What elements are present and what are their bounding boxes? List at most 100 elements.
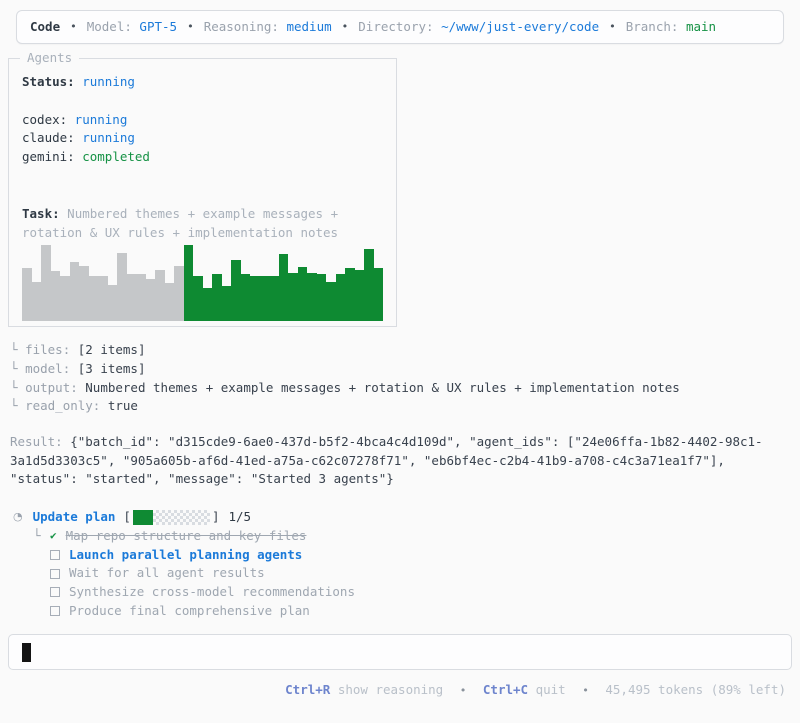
activity-bar — [288, 272, 298, 322]
activity-bar — [117, 252, 127, 322]
param-row: └ read_only: true — [10, 397, 800, 416]
param-row: └ files: [2 items] — [10, 341, 800, 360]
param-key: output: — [25, 379, 78, 395]
tree-branch-icon: └ — [10, 398, 18, 414]
tree-branch-icon: └ — [10, 360, 18, 376]
activity-bar — [136, 274, 146, 322]
shortcut-action: quit — [535, 682, 566, 698]
directory-label: Directory: — [358, 18, 434, 34]
activity-bar — [126, 274, 136, 322]
activity-bar — [269, 275, 279, 322]
plan-item-text: Wait for all agent results — [69, 565, 265, 581]
activity-bar — [145, 279, 155, 322]
activity-bar — [231, 260, 241, 322]
progress-bracket-open: [ — [123, 509, 131, 525]
progress-bracket-close: ] — [211, 509, 220, 525]
shortcut-key: Ctrl+R — [285, 682, 331, 698]
agents-status-line: Status: running — [22, 73, 383, 92]
activity-bar — [326, 281, 336, 322]
branch-value: main — [685, 18, 717, 34]
activity-bar — [31, 281, 41, 322]
agent-status: completed — [74, 149, 150, 165]
agent-name: codex: — [22, 111, 68, 127]
agents-status-label: Status: — [22, 74, 75, 89]
activity-bar — [79, 265, 89, 322]
plan-progress-ratio: 1/5 — [228, 509, 252, 525]
activity-bar — [60, 275, 70, 322]
footer-hints: Ctrl+R show reasoning • Ctrl+C quit • 45… — [0, 681, 786, 701]
plan-progress-bar — [132, 509, 210, 525]
activity-bar — [297, 266, 307, 322]
bullet-separator: • — [187, 19, 194, 33]
activity-bar — [193, 275, 203, 322]
param-row: └ output: Numbered themes + example mess… — [10, 379, 800, 398]
activity-bar — [373, 268, 383, 322]
tree-branch-icon: └ — [10, 342, 18, 358]
app-name: Code — [30, 18, 61, 34]
shortcut-action: show reasoning — [337, 682, 444, 698]
tool-params: └ files: [2 items] └ model: [3 items] └ … — [10, 341, 800, 416]
param-key: files: — [25, 342, 71, 358]
activity-bar — [183, 245, 193, 322]
agents-status-value: running — [82, 74, 135, 89]
agent-list: codex: running claude: running gemini: com… — [22, 111, 383, 167]
activity-bar — [50, 271, 60, 322]
composer-input[interactable] — [8, 634, 792, 671]
reasoning-value: medium — [286, 18, 332, 34]
plan-item: Launch parallel planning agents — [33, 546, 800, 565]
plan-item-text: Synthesize cross-model recommendations — [69, 583, 355, 599]
agents-panel: Agents Status: running codex: running cla… — [8, 49, 397, 328]
agent-status: running — [67, 111, 128, 127]
activity-bar — [345, 268, 355, 322]
activity-bar — [335, 274, 345, 322]
result-json: {"batch_id": "d315cde9-6ae0-437d-b5f2-4b… — [10, 434, 763, 487]
model-label: Model: — [86, 18, 132, 34]
plan-item: └ ✔ Map repo structure and key files — [33, 527, 800, 546]
checkbox-icon — [50, 605, 60, 616]
activity-bar — [174, 265, 184, 322]
bullet-separator: • — [459, 684, 467, 698]
activity-bar — [316, 274, 326, 322]
activity-bar — [307, 272, 317, 322]
param-key: read_only: — [25, 398, 101, 414]
activity-bar — [69, 261, 79, 322]
branch-label: Branch: — [625, 18, 679, 34]
activity-bar — [278, 254, 288, 322]
activity-bar — [41, 245, 51, 322]
agent-row: codex: running — [22, 111, 383, 130]
agent-name: gemini: — [22, 149, 75, 165]
activity-bar — [88, 275, 98, 322]
activity-bar — [164, 283, 174, 322]
checkbox-icon — [50, 549, 60, 560]
plan-item-list: └ ✔ Map repo structure and key files Launch… — [33, 527, 800, 620]
activity-bar — [221, 286, 231, 322]
agents-task: Task: Numbered themes + example messages… — [22, 205, 383, 242]
check-icon: ✔ — [50, 528, 57, 542]
directory-value: ~/www/just-every/code — [441, 18, 600, 34]
plan-item-text: Map repo structure and key files — [65, 527, 307, 543]
token-usage: 45,495 tokens (89% left) — [605, 682, 786, 698]
activity-bar — [212, 274, 222, 322]
clock-icon: ◔ — [13, 510, 23, 524]
agent-activity-chart — [22, 245, 383, 322]
param-value: true — [107, 398, 138, 414]
param-row: └ model: [3 items] — [10, 360, 800, 379]
text-cursor — [22, 642, 31, 662]
param-value: Numbered themes + example messages + rot… — [85, 379, 680, 395]
activity-bar — [240, 274, 250, 322]
agent-status: running — [74, 130, 135, 146]
bullet-separator: • — [341, 19, 349, 33]
activity-bar — [155, 269, 165, 322]
param-value: [3 items] — [77, 360, 146, 376]
shortcut-key: Ctrl+C — [482, 682, 529, 698]
activity-bar — [250, 275, 260, 322]
tree-branch-icon: └ — [33, 527, 41, 543]
checkbox-icon — [50, 587, 60, 598]
status-bar: Code • Model: GPT-5 • Reasoning: medium … — [16, 10, 784, 44]
bullet-separator: • — [70, 19, 77, 33]
agent-row: claude: running — [22, 129, 383, 148]
model-value: GPT-5 — [139, 18, 178, 34]
reasoning-label: Reasoning: — [203, 18, 279, 34]
activity-bar — [354, 269, 364, 322]
agent-row: gemini: completed — [22, 148, 383, 167]
